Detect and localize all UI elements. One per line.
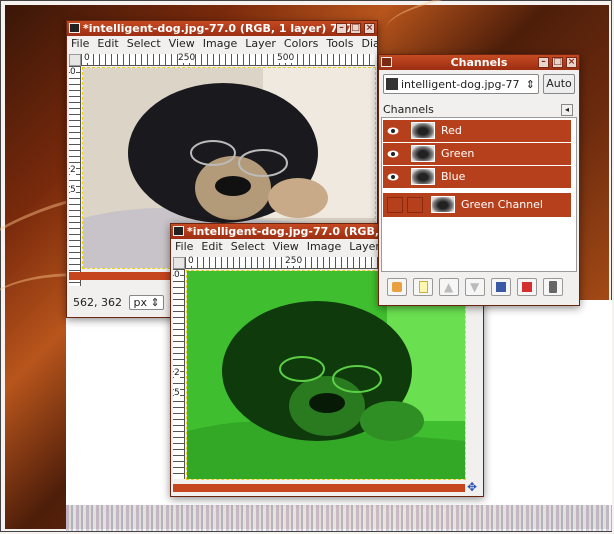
ruler-label: 0 bbox=[174, 270, 180, 280]
channel-thumbnail bbox=[411, 168, 435, 185]
window-title: *intelligent-dog.jpg-77.0 (RGB, 1 l bbox=[187, 225, 399, 238]
menu-layer[interactable]: Layer bbox=[241, 36, 280, 52]
ruler-label: 500 bbox=[277, 53, 295, 63]
lower-channel-icon[interactable]: ▼ bbox=[465, 278, 485, 296]
channel-name: Green bbox=[441, 147, 475, 160]
horizontal-ruler: 0 250 500 bbox=[81, 54, 375, 66]
chain-toggle[interactable] bbox=[407, 197, 423, 213]
channel-thumbnail bbox=[411, 145, 435, 162]
visibility-toggle[interactable] bbox=[387, 197, 403, 213]
duplicate-channel-icon[interactable] bbox=[491, 278, 511, 296]
dialog-title: Channels bbox=[450, 56, 508, 69]
ruler-label: 250 bbox=[285, 256, 303, 266]
menu-select[interactable]: Select bbox=[227, 239, 269, 255]
ruler-label: 2 bbox=[174, 368, 180, 378]
edit-channel-icon[interactable] bbox=[387, 278, 407, 296]
close-icon[interactable]: × bbox=[364, 23, 375, 34]
eye-icon[interactable] bbox=[387, 149, 399, 159]
status-bar: 562, 362 px ⇕ bbox=[73, 295, 164, 310]
ruler-label: 5 bbox=[174, 388, 180, 398]
vertical-ruler: 0 2 5 bbox=[173, 269, 185, 479]
channel-row-blue[interactable]: Blue bbox=[383, 166, 571, 188]
horizontal-scrollbar[interactable] bbox=[173, 484, 465, 492]
channel-row-green[interactable]: Green bbox=[383, 143, 571, 165]
image-thumbnail-icon bbox=[386, 78, 398, 90]
channel-row-green-copy[interactable]: Green Channel Copy bbox=[383, 193, 571, 235]
minimize-icon[interactable]: – bbox=[336, 23, 347, 34]
menu-edit[interactable]: Edit bbox=[93, 36, 122, 52]
ruler-label: 2 bbox=[70, 165, 76, 175]
vertical-ruler: 0 2 5 bbox=[69, 66, 81, 286]
menu-dialogs[interactable]: Dial bbox=[357, 36, 377, 52]
pointer-coordinates: 562, 362 bbox=[73, 296, 122, 309]
channel-name: Blue bbox=[441, 170, 466, 183]
unit-value: px bbox=[133, 296, 147, 309]
window-title: *intelligent-dog.jpg-77.0 (RGB, 1 layer)… bbox=[83, 22, 354, 35]
menu-image[interactable]: Image bbox=[303, 239, 345, 255]
menu-view[interactable]: View bbox=[165, 36, 199, 52]
quick-mask-corner[interactable] bbox=[69, 54, 81, 66]
new-channel-icon[interactable] bbox=[413, 278, 433, 296]
maximize-icon[interactable]: □ bbox=[552, 57, 563, 68]
menu-colors[interactable]: Colors bbox=[280, 36, 322, 52]
close-icon[interactable]: × bbox=[566, 57, 577, 68]
gimp-window-icon bbox=[173, 226, 184, 236]
gimp-window-icon bbox=[69, 23, 80, 33]
channels-dialog: Channels – □ × intelligent-dog.jpg-77 ⇕ … bbox=[378, 54, 580, 306]
minimize-icon[interactable]: – bbox=[538, 57, 549, 68]
menu-file[interactable]: File bbox=[67, 36, 93, 52]
channel-name: Green Channel Copy bbox=[461, 198, 543, 235]
eye-icon[interactable] bbox=[387, 172, 399, 182]
channel-name: Red bbox=[441, 124, 462, 137]
menu-bar: File Edit Select View Image Layer Colors Tools D… bbox=[67, 36, 377, 52]
channel-thumbnail bbox=[431, 196, 455, 213]
title-bar[interactable]: Channels – □ × bbox=[379, 55, 579, 70]
eye-icon[interactable] bbox=[387, 126, 399, 136]
raise-channel-icon[interactable]: ▲ bbox=[439, 278, 459, 296]
tab-menu-icon[interactable]: ◂ bbox=[561, 104, 573, 116]
menu-tools[interactable]: Tools bbox=[322, 36, 357, 52]
unit-select[interactable]: px ⇕ bbox=[129, 295, 164, 310]
channel-thumbnail bbox=[411, 122, 435, 139]
ruler-label: 0 bbox=[188, 256, 194, 266]
menu-view[interactable]: View bbox=[269, 239, 303, 255]
ruler-label: 250 bbox=[178, 53, 196, 63]
image-artifact-strip bbox=[66, 505, 612, 531]
auto-button[interactable]: Auto bbox=[543, 74, 575, 94]
ruler-label: 0 bbox=[84, 53, 90, 63]
chevron-down-icon: ⇕ bbox=[150, 296, 160, 309]
ruler-label: 0 bbox=[70, 67, 76, 77]
menu-select[interactable]: Select bbox=[123, 36, 165, 52]
menu-edit[interactable]: Edit bbox=[197, 239, 226, 255]
menu-file[interactable]: File bbox=[171, 239, 197, 255]
navigate-icon[interactable]: ✥ bbox=[467, 480, 477, 494]
wallpaper-swoosh bbox=[382, 0, 614, 62]
title-bar[interactable]: *intelligent-dog.jpg-77.0 (RGB, 1 layer)… bbox=[67, 21, 377, 36]
menu-image[interactable]: Image bbox=[199, 36, 241, 52]
chevron-updown-icon: ⇕ bbox=[525, 78, 535, 91]
delete-channel-icon[interactable] bbox=[543, 278, 563, 296]
channels-tab-label: Channels bbox=[383, 103, 434, 116]
image-select[interactable]: intelligent-dog.jpg-77 ⇕ bbox=[383, 74, 539, 94]
channel-to-selection-icon[interactable] bbox=[517, 278, 537, 296]
ruler-label: 5 bbox=[70, 185, 76, 195]
maximize-icon[interactable]: □ bbox=[350, 23, 361, 34]
quick-mask-corner[interactable] bbox=[173, 257, 185, 269]
channel-row-red[interactable]: Red bbox=[383, 120, 571, 142]
image-select-value: intelligent-dog.jpg-77 bbox=[401, 78, 520, 91]
